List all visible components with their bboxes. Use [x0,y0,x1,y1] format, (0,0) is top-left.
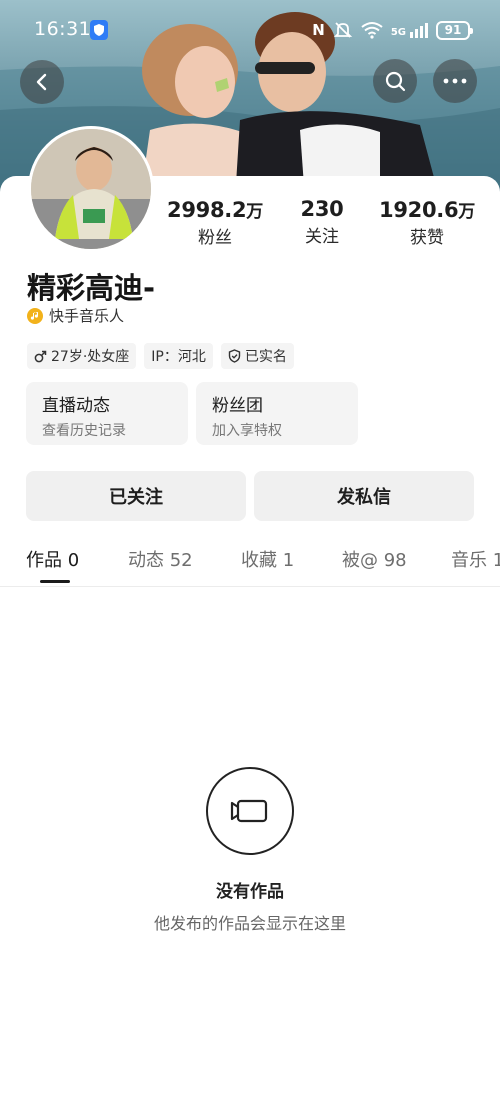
profile-tags: 27岁·处女座 IP：河北 已实名 [27,343,294,369]
verified-shield-icon [228,349,241,363]
search-icon [385,71,406,92]
fan-club-card[interactable]: 粉丝团 加入享特权 [196,382,358,445]
tab-moments[interactable]: 动态 52 [128,546,193,572]
tag-ip-label: IP：河北 [151,349,206,365]
feature-title: 直播动态 [42,396,110,416]
more-button[interactable] [433,59,477,103]
avatar[interactable] [28,126,154,252]
stat-value: 230 [300,197,344,221]
tab-mentions[interactable]: 被@ 98 [342,546,407,572]
empty-state-icon [206,767,294,855]
stat-fans[interactable]: 2998.2万 粉丝 [160,197,270,248]
status-time: 16:31 [34,18,92,40]
stat-label: 获赞 [410,228,444,248]
badge-label: 快手音乐人 [49,307,125,325]
wifi-icon [361,22,383,39]
feature-subtitle: 查看历史记录 [42,423,126,439]
shield-icon [90,20,108,40]
followed-button[interactable]: 已关注 [26,471,246,521]
tag-ip: IP：河北 [144,343,213,369]
profile-name: 精彩高迪- [27,271,156,305]
stat-likes[interactable]: 1920.6万 获赞 [372,197,482,248]
signal-icon: 5G [390,22,428,38]
more-dots-icon [443,78,467,84]
tabs-divider [0,586,500,587]
stat-following[interactable]: 230 关注 [267,197,377,247]
stat-value: 1920.6万 [379,198,475,222]
music-note-icon [27,307,43,324]
active-tab-indicator [40,580,70,583]
tab-music[interactable]: 音乐 1 [451,546,500,572]
mute-bell-icon [333,22,353,38]
tag-age: 27岁·处女座 [27,343,137,369]
tag-age-label: 27岁·处女座 [51,349,130,365]
tab-favorites[interactable]: 收藏 1 [241,546,294,572]
live-history-card[interactable]: 直播动态 查看历史记录 [26,382,188,445]
tab-works[interactable]: 作品 0 [26,546,79,572]
send-message-button[interactable]: 发私信 [254,471,474,521]
chevron-left-icon [36,73,47,91]
empty-state-title: 没有作品 [216,882,284,902]
feature-title: 粉丝团 [212,396,263,416]
feature-subtitle: 加入享特权 [212,423,282,439]
avatar-image [31,129,151,249]
nfc-icon: N [312,21,325,39]
search-button[interactable] [373,59,417,103]
musician-badge[interactable]: 快手音乐人 [27,305,124,326]
tag-verified: 已实名 [220,343,294,369]
back-button[interactable] [20,60,64,104]
video-camera-icon [230,799,268,823]
stat-value: 2998.2万 [167,198,263,222]
status-icons: N 5G 91 [312,20,473,40]
stats-row: 2998.2万 粉丝 230 关注 1920.6万 获赞 [160,197,480,251]
stat-label: 关注 [305,227,339,247]
network-type: 5G [390,26,406,38]
stat-label: 粉丝 [198,228,232,248]
empty-state-subtitle: 他发布的作品会显示在这里 [153,914,346,933]
content-tabs: 作品 0 动态 52 收藏 1 被@ 98 音乐 1 [0,540,500,586]
tag-verified-label: 已实名 [244,349,287,365]
status-bar: 16:31 N 5G 91 [0,0,500,58]
male-icon [34,350,47,362]
battery-indicator: 91 [436,20,473,40]
